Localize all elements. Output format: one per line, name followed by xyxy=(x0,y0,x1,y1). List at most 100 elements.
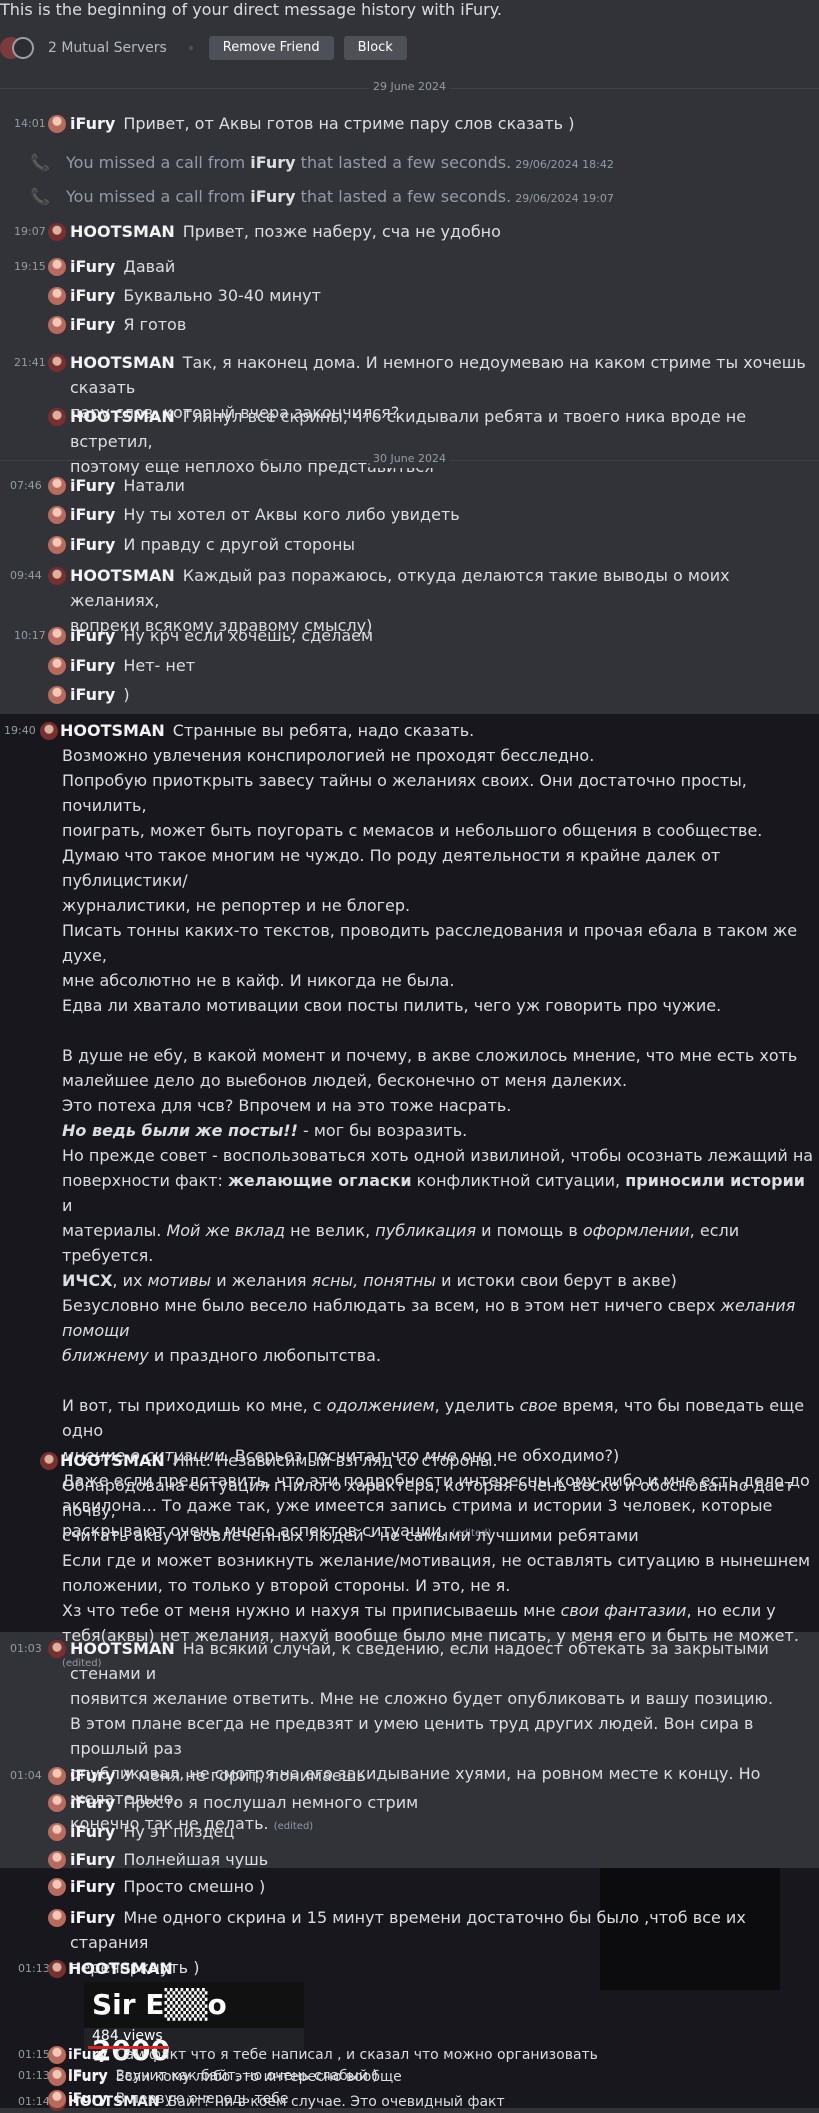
message-timestamp: 10:17 xyxy=(14,629,46,642)
message-line: Если где и может возникнуть желание/моти… xyxy=(62,1551,811,1570)
message-timestamp: 01:03 xyxy=(10,1642,42,1655)
avatar-icon[interactable] xyxy=(48,686,66,704)
text-segment: Хз что тебе от меня нужно и нахуя ты при… xyxy=(62,1601,561,1620)
message-tail: 01:15 iFury Сам факт что я тебе написал ,… xyxy=(0,2044,819,2108)
avatar-icon[interactable] xyxy=(40,722,58,740)
username[interactable]: iFury xyxy=(70,535,115,554)
italic-text: свое xyxy=(519,1396,558,1415)
username[interactable]: iFury xyxy=(70,286,115,305)
username[interactable]: iFury xyxy=(68,2091,108,2107)
avatar-icon[interactable] xyxy=(48,1851,66,1869)
avatar-icon[interactable] xyxy=(48,354,66,372)
username[interactable]: HOOTSMAN xyxy=(60,1451,165,1470)
text-segment: и праздного любопытства. xyxy=(148,1346,382,1365)
avatar-icon[interactable] xyxy=(48,258,66,276)
mutual-servers-row: 2 Mutual Servers Remove Friend Block xyxy=(0,34,417,62)
username[interactable]: iFury xyxy=(70,1877,115,1896)
avatar-icon[interactable] xyxy=(48,1767,66,1785)
avatar-icon[interactable] xyxy=(48,287,66,305)
message-text: В первую очередь тебе xyxy=(115,2091,289,2107)
avatar-icon[interactable] xyxy=(48,1823,66,1841)
avatar-icon[interactable] xyxy=(48,1960,66,1978)
message-line: считать акву и вовлеченных людей - не са… xyxy=(62,1526,639,1545)
message-text: Ну ты хотел от Аквы кого либо увидеть xyxy=(123,505,460,524)
username[interactable]: HOOTSMAN xyxy=(70,407,175,426)
italic-text: ясны, понятны xyxy=(311,1271,437,1290)
message[interactable]: iFury Если кому либо это интересно вообще xyxy=(0,2066,819,2088)
username[interactable]: iFury xyxy=(70,1822,115,1841)
text-segment: не велик, xyxy=(285,1221,376,1240)
text-segment: , но если у xyxy=(686,1601,776,1620)
username[interactable]: HOOTSMAN xyxy=(70,222,175,241)
message-line: В душе не ебу, в какой момент и почему, … xyxy=(62,1046,798,1065)
avatar-icon[interactable] xyxy=(40,1452,58,1470)
avatar-icon[interactable] xyxy=(48,567,66,585)
avatar-icon[interactable] xyxy=(48,1640,66,1658)
username[interactable]: iFury xyxy=(70,1766,115,1785)
image-attachment[interactable]: Sir E▒▒o 2000 484 views xyxy=(84,1982,304,2067)
message-line: Безусловно мне было весело наблюдать за … xyxy=(62,1293,815,1343)
username[interactable]: iFury xyxy=(70,1908,115,1927)
avatar-icon[interactable] xyxy=(48,115,66,133)
avatar-icon[interactable] xyxy=(48,408,66,426)
username[interactable]: iFury xyxy=(68,2047,108,2063)
avatar-icon[interactable] xyxy=(48,2046,66,2064)
username[interactable]: HOOTSMAN xyxy=(70,353,175,372)
call-user[interactable]: iFury xyxy=(250,153,295,172)
avatar-icon[interactable] xyxy=(48,627,66,645)
separator-dot xyxy=(188,46,193,50)
avatar-icon[interactable] xyxy=(48,2090,66,2108)
phone-icon: 📞 xyxy=(30,153,50,172)
remove-friend-button[interactable]: Remove Friend xyxy=(208,36,334,60)
block-button[interactable]: Block xyxy=(343,36,407,60)
avatar-icon[interactable] xyxy=(48,223,66,241)
avatar-icon[interactable] xyxy=(48,506,66,524)
avatar-icon[interactable] xyxy=(48,536,66,554)
username[interactable]: iFury xyxy=(70,114,115,133)
avatar-icon[interactable] xyxy=(48,1878,66,1896)
username[interactable]: iFury xyxy=(70,626,115,645)
message-text: Натали xyxy=(123,476,185,495)
username[interactable]: HOOTSMAN xyxy=(60,721,165,740)
message-text: ) xyxy=(123,685,130,704)
avatar-icon[interactable] xyxy=(48,477,66,495)
message-line: В этом плане всегда не предвзят и умею ц… xyxy=(70,1714,754,1758)
phone-icon: 📞 xyxy=(30,187,50,206)
username[interactable]: iFury xyxy=(70,1793,115,1812)
avatar-icon[interactable] xyxy=(48,316,66,334)
username[interactable]: iFury xyxy=(70,476,115,495)
message-line: ИЧСХ, их мотивы и желания ясны, понятны … xyxy=(62,1268,815,1293)
call-user[interactable]: iFury xyxy=(250,187,295,206)
username[interactable]: iFury xyxy=(70,656,115,675)
avatar-icon[interactable] xyxy=(48,657,66,675)
message-line: журналистики, не репортер и не блогер. xyxy=(62,896,411,915)
message-line: Думаю что такое многим не чуждо. По роду… xyxy=(62,846,721,890)
mutual-servers-link[interactable]: 2 Mutual Servers xyxy=(48,36,167,61)
avatar-icon[interactable] xyxy=(48,1794,66,1812)
message[interactable]: 01:15 iFury Сам факт что я тебе написал ,… xyxy=(0,2044,819,2066)
text-segment: и желания xyxy=(211,1271,312,1290)
call-text: You missed a call from iFury that lasted… xyxy=(66,187,614,206)
message[interactable]: iFury В первую очередь тебе xyxy=(0,2088,819,2108)
username[interactable]: iFury xyxy=(70,505,115,524)
message-timestamp: 01:13 xyxy=(18,1962,50,1975)
username[interactable]: HOOTSMAN xyxy=(70,566,175,585)
username[interactable]: iFury xyxy=(68,2069,108,2085)
message-text: Так, я наконец дома. И немного недоумева… xyxy=(70,353,806,397)
username[interactable]: HOOTSMAN xyxy=(68,1959,173,1978)
message-line: материалы. Мой же вклад не велик, публик… xyxy=(62,1218,815,1268)
username[interactable]: iFury xyxy=(70,1850,115,1869)
text-segment: , уделить xyxy=(434,1396,520,1415)
username[interactable]: iFury xyxy=(70,315,115,334)
image-views-text: 484 views xyxy=(92,2028,163,2044)
avatar-icon[interactable] xyxy=(48,1909,66,1927)
username[interactable]: iFury xyxy=(70,257,115,276)
text-segment: Безусловно мне было весело наблюдать за … xyxy=(62,1296,721,1315)
username[interactable]: iFury xyxy=(70,685,115,704)
avatar-icon[interactable] xyxy=(48,2068,66,2086)
text-segment: материалы. xyxy=(62,1221,167,1240)
username[interactable]: HOOTSMAN xyxy=(70,1639,175,1658)
text-segment: - мог бы возразить. xyxy=(297,1121,468,1140)
mutual-server-avatars[interactable] xyxy=(0,35,34,61)
